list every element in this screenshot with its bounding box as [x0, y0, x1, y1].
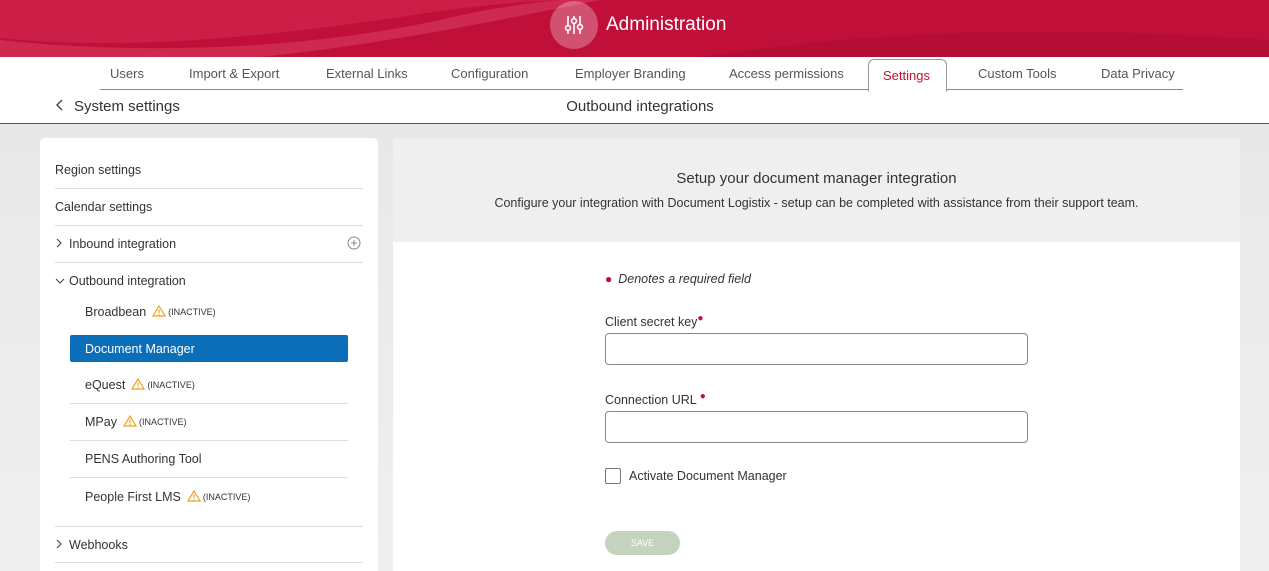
warning-icon [131, 377, 146, 392]
panel-header: Setup your document manager integration … [393, 138, 1240, 242]
activate-checkbox-label: Activate Document Manager [629, 469, 787, 483]
app-brand: Administration [550, 0, 726, 49]
tab-custom-tools[interactable]: Custom Tools [978, 57, 1057, 90]
app-header: Administration [0, 0, 1269, 57]
sidebar-item-label: Region settings [55, 163, 142, 177]
chevron-left-icon [56, 98, 64, 115]
chevron-down-icon [55, 274, 69, 288]
required-marker: ● [697, 313, 704, 324]
tab-settings[interactable]: Settings [868, 59, 947, 92]
client-secret-label: Client secret key● [605, 313, 703, 329]
inactive-badge: (INACTIVE) [152, 304, 216, 319]
warning-icon [186, 489, 201, 504]
required-note-text: Denotes a required field [618, 272, 751, 286]
warning-icon [122, 414, 138, 429]
activate-checkbox-row[interactable]: Activate Document Manager [605, 468, 787, 484]
tab-employer-branding[interactable]: Employer Branding [575, 57, 686, 90]
subheader: Outbound integrations System settings [0, 90, 1269, 124]
inactive-label: (INACTIVE) [168, 307, 216, 317]
connection-url-label: Connection URL ● [605, 391, 706, 407]
sidebar-item-label: Webhooks [69, 537, 128, 552]
sidebar-item-region-settings[interactable]: Region settings [55, 152, 363, 189]
sidebar-item-webhooks[interactable]: Webhooks [55, 527, 363, 563]
client-secret-input[interactable] [605, 333, 1028, 365]
sidebar-subitem-pens-authoring-tool[interactable]: PENS Authoring Tool [70, 441, 348, 478]
required-field-note: ● Denotes a required field [605, 272, 751, 286]
chevron-right-icon [55, 237, 69, 251]
subitem-label: MPay [85, 415, 117, 429]
inactive-label: (INACTIVE) [138, 417, 187, 427]
tab-import-export[interactable]: Import & Export [189, 57, 279, 90]
subitem-label: People First LMS [85, 489, 181, 504]
sidebar-item-outbound-integration[interactable]: Outbound integration [55, 263, 363, 298]
add-circle-icon[interactable] [347, 236, 361, 253]
inactive-label: (INACTIVE) [147, 379, 195, 390]
back-link-label: System settings [74, 98, 180, 115]
client-secret-label-text: Client secret key [605, 315, 698, 330]
inactive-badge: (INACTIVE) [186, 489, 251, 504]
sidebar-item-calendar-settings[interactable]: Calendar settings [55, 189, 363, 226]
inactive-badge: (INACTIVE) [131, 377, 195, 392]
app-title: Administration [606, 13, 727, 35]
subitem-label: PENS Authoring Tool [85, 452, 202, 466]
connection-url-label-text: Connection URL [605, 393, 697, 408]
panel-title: Setup your document manager integration [676, 170, 957, 187]
warning-icon [152, 304, 167, 319]
sidebar-item-label: Outbound integration [69, 273, 186, 288]
chevron-right-icon [55, 538, 69, 552]
settings-sidebar: Region settings Calendar settings Inboun… [40, 138, 378, 571]
back-link[interactable]: System settings [56, 90, 180, 123]
required-marker: ● [699, 391, 706, 402]
tab-data-privacy[interactable]: Data Privacy [1101, 57, 1175, 90]
inactive-badge: (INACTIVE) [122, 414, 187, 429]
save-button[interactable]: SAVE [605, 531, 680, 555]
sidebar-item-label: Calendar settings [55, 200, 153, 214]
sidebar-subitem-broadbean[interactable]: Broadbean (INACTIVE) [70, 296, 348, 328]
sidebar-subitem-mpay[interactable]: MPay (INACTIVE) [70, 404, 348, 441]
tab-configuration[interactable]: Configuration [451, 57, 528, 90]
activate-checkbox[interactable] [605, 468, 621, 484]
page-title: Outbound integrations [566, 98, 714, 115]
sidebar-subitem-document-manager[interactable]: Document Manager [70, 335, 348, 362]
inactive-label: (INACTIVE) [202, 491, 251, 502]
connection-url-input[interactable] [605, 411, 1028, 443]
required-dot-icon: ● [605, 272, 613, 286]
tab-external-links[interactable]: External Links [326, 57, 408, 90]
subitem-label: Broadbean [85, 305, 147, 319]
panel-description: Configure your integration with Document… [494, 196, 1139, 210]
sliders-icon [550, 0, 598, 49]
sidebar-item-inbound-integration[interactable]: Inbound integration [55, 226, 363, 263]
sidebar-item-label: Inbound integration [69, 237, 177, 251]
tab-access-permissions[interactable]: Access permissions [729, 57, 844, 90]
tab-users[interactable]: Users [110, 57, 144, 90]
sidebar-subitem-people-first-lms[interactable]: People First LMS (INACTIVE) [70, 478, 348, 515]
subitem-label: eQuest [85, 377, 126, 392]
integration-panel: Setup your document manager integration … [393, 138, 1240, 571]
subitem-label: Document Manager [85, 341, 195, 356]
sidebar-subitem-equest[interactable]: eQuest (INACTIVE) [70, 366, 348, 404]
admin-tabs: Users Import & Export External Links Con… [0, 57, 1269, 92]
